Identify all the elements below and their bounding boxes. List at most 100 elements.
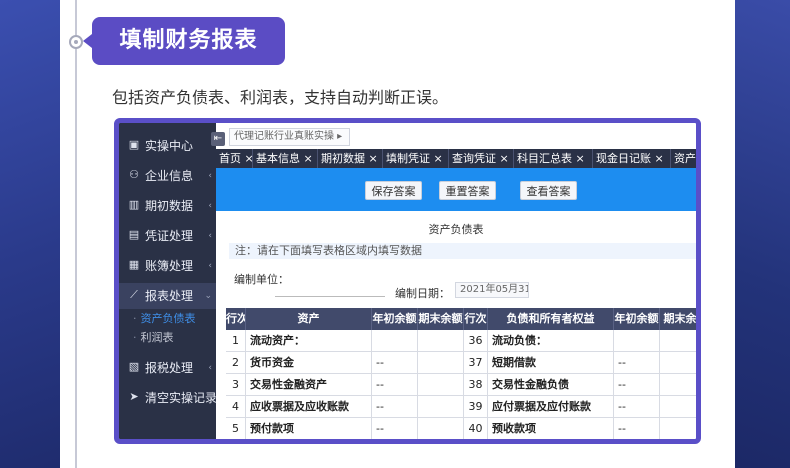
column-header: 资产: [246, 308, 372, 330]
table-cell-begin[interactable]: --: [614, 374, 660, 396]
sidebar-item-label: 实操中心: [145, 139, 194, 153]
sidebar-item-voucher[interactable]: ▤ 凭证处理 ‹: [119, 223, 216, 249]
table-cell-row-no: 1: [226, 330, 246, 352]
tab-account-summary[interactable]: 科目汇总表 ×: [514, 149, 593, 168]
book-icon: ▦: [128, 258, 140, 271]
reset-answer-button[interactable]: 重置答案: [439, 181, 496, 200]
table-cell-liability: 流动负债：: [488, 330, 614, 352]
sidebar-item-ledger[interactable]: ▦ 账簿处理 ‹: [119, 253, 216, 279]
table-cell-row-no: 40: [464, 418, 488, 439]
timeline-line: [75, 0, 77, 468]
users-icon: ⚇: [129, 168, 139, 181]
app-screenshot-frame: ▣ 实操中心 ⚇ 企业信息 ‹ ▥ 期初数据 ‹ ▤ 凭证处理 ‹ ▦ 账簿处理…: [114, 118, 701, 444]
sidebar-item-label: 报表处理: [145, 289, 194, 303]
document-icon: ▤: [128, 228, 140, 241]
table-cell-begin[interactable]: [614, 330, 660, 352]
breadcrumb[interactable]: 代理记账行业真账实操 ▸: [229, 128, 350, 146]
column-header: 期末余额: [418, 308, 464, 330]
action-toolbar: 保存答案 重置答案 查看答案: [216, 168, 696, 211]
date-label: 编制日期：: [395, 287, 450, 300]
tax-icon: ▧: [128, 360, 140, 373]
table-cell-asset: 预付款项: [246, 418, 372, 439]
sidebar-item-tax[interactable]: ▧ 报税处理 ‹: [119, 355, 216, 381]
sidebar-item-label: 清空实操记录: [145, 391, 216, 405]
table-cell-liability: 预收款项: [488, 418, 614, 439]
table-cell-row-no: 36: [464, 330, 488, 352]
line-chart-icon: ⟋: [130, 288, 138, 301]
table-cell-begin[interactable]: --: [614, 352, 660, 374]
table-cell-begin[interactable]: --: [614, 396, 660, 418]
chevron-left-icon: ‹: [208, 171, 212, 181]
save-answer-button[interactable]: 保存答案: [365, 181, 422, 200]
sidebar-item-label: 期初数据: [145, 199, 194, 213]
table-cell-row-no: 5: [226, 418, 246, 439]
sidebar-item-company-info[interactable]: ⚇ 企业信息 ‹: [119, 163, 216, 189]
table-cell-end[interactable]: [660, 418, 696, 439]
table-cell-end[interactable]: [660, 374, 696, 396]
table-cell-row-no: 39: [464, 396, 488, 418]
background-left: [0, 0, 60, 468]
table-cell-end[interactable]: [660, 396, 696, 418]
tab-basic-info[interactable]: 基本信息 ×: [253, 149, 318, 168]
column-header: 年初余额: [614, 308, 660, 330]
table-cell-end[interactable]: [660, 330, 696, 352]
tab-cash-journal[interactable]: 现金日记账 ×: [593, 149, 671, 168]
table-cell-asset: 交易性金融资产: [246, 374, 372, 396]
sidebar-item-reports[interactable]: ⟋ 报表处理 ⌄: [119, 283, 216, 309]
table-cell-asset: 流动资产：: [246, 330, 372, 352]
table-cell-end[interactable]: [418, 396, 464, 418]
table-cell-begin[interactable]: --: [372, 352, 418, 374]
chevron-left-icon: ‹: [208, 201, 212, 211]
sidebar-item-label: 企业信息: [145, 169, 194, 183]
clipboard-icon: ▣: [128, 138, 140, 151]
table-cell-asset: 应收票据及应收账款: [246, 396, 372, 418]
view-answer-button[interactable]: 查看答案: [520, 181, 577, 200]
date-field[interactable]: 2021年05月31: [455, 282, 529, 298]
column-header: 行次: [464, 308, 488, 330]
section-title: 填制财务报表: [83, 17, 285, 65]
sidebar: ▣ 实操中心 ⚇ 企业信息 ‹ ▥ 期初数据 ‹ ▤ 凭证处理 ‹ ▦ 账簿处理…: [119, 123, 216, 439]
table-cell-begin[interactable]: [372, 330, 418, 352]
table-cell-begin[interactable]: --: [372, 418, 418, 439]
timeline-dot-icon: [69, 35, 83, 49]
sidebar-item-clear-records[interactable]: ➤ 清空实操记录: [119, 385, 216, 411]
table-cell-end[interactable]: [418, 352, 464, 374]
tab-opening-data[interactable]: 期初数据 ×: [318, 149, 383, 168]
table-cell-liability: 应付票据及应付账款: [488, 396, 614, 418]
table-cell-end[interactable]: [418, 374, 464, 396]
sidebar-item-practice-center[interactable]: ▣ 实操中心: [119, 133, 216, 159]
chevron-down-icon: ⌄: [204, 291, 212, 301]
collapse-sidebar-button[interactable]: ⇤: [211, 132, 225, 146]
sidebar-item-label: 账簿处理: [145, 259, 194, 273]
unit-input[interactable]: [275, 296, 385, 297]
tab-fill-voucher[interactable]: 填制凭证 ×: [383, 149, 449, 168]
table-cell-end[interactable]: [418, 330, 464, 352]
table-cell-end[interactable]: [660, 352, 696, 374]
table-cell-row-no: 4: [226, 396, 246, 418]
chevron-left-icon: ‹: [208, 261, 212, 271]
section-subtitle: 包括资产负债表、利润表，支持自动判断正误。: [112, 88, 449, 107]
background-right: [735, 0, 790, 468]
sidebar-item-opening-data[interactable]: ▥ 期初数据 ‹: [119, 193, 216, 219]
chevron-left-icon: ‹: [208, 231, 212, 241]
table-cell-liability: 短期借款: [488, 352, 614, 374]
tab-home[interactable]: 首页 ×: [216, 149, 254, 168]
column-header: 负债和所有者权益: [488, 308, 614, 330]
table-cell-row-no: 38: [464, 374, 488, 396]
table-cell-begin[interactable]: --: [372, 396, 418, 418]
table-cell-end[interactable]: [418, 418, 464, 439]
sidebar-subitem-balance-sheet[interactable]: · 资产负债表: [133, 311, 196, 327]
sidebar-subitem-income-statement[interactable]: · 利润表: [133, 330, 174, 346]
send-icon: ➤: [129, 390, 139, 403]
unit-label: 编制单位：: [234, 273, 289, 286]
table-cell-liability: 交易性金融负债: [488, 374, 614, 396]
bar-chart-icon: ▥: [128, 198, 140, 211]
tab-query-voucher[interactable]: 查询凭证 ×: [449, 149, 514, 168]
tab-assets[interactable]: 资产: [671, 149, 696, 168]
sidebar-item-label: 凭证处理: [145, 229, 194, 243]
balance-sheet-table: 行次 资产 年初余额 期末余额 行次 负债和所有者权益 年初余额 期末余 1 流…: [226, 308, 696, 439]
column-header: 期末余: [660, 308, 696, 330]
table-cell-begin[interactable]: --: [372, 374, 418, 396]
table-cell-asset: 货币资金: [246, 352, 372, 374]
table-cell-begin[interactable]: --: [614, 418, 660, 439]
